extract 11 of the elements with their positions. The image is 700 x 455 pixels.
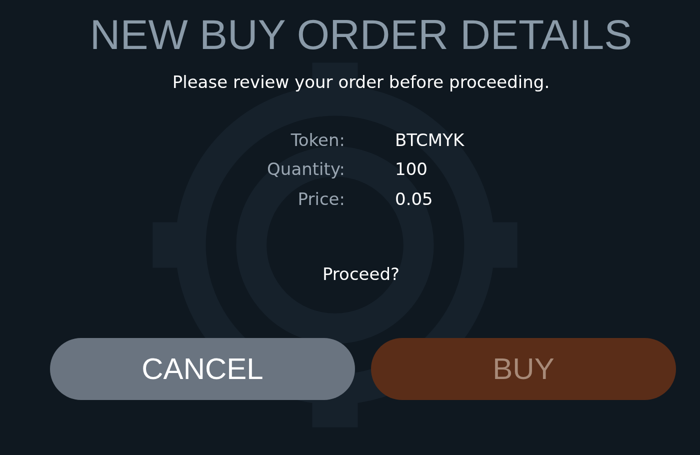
dialog-title: NEW BUY ORDER DETAILS <box>88 12 634 58</box>
buy-button[interactable]: BUY <box>371 338 676 400</box>
field-value: 0.05 <box>395 188 434 211</box>
field-label: Quantity: <box>266 158 345 182</box>
field-value: 100 <box>395 158 428 182</box>
field-label: Price: <box>296 188 345 211</box>
proceed-prompt: Proceed? <box>321 263 401 286</box>
cancel-button[interactable]: CANCEL <box>50 338 355 400</box>
field-label: Token: <box>290 128 345 152</box>
field-value: BTCMYK <box>395 128 466 152</box>
instruction-text: Please review your order before proceeding. <box>171 71 551 94</box>
